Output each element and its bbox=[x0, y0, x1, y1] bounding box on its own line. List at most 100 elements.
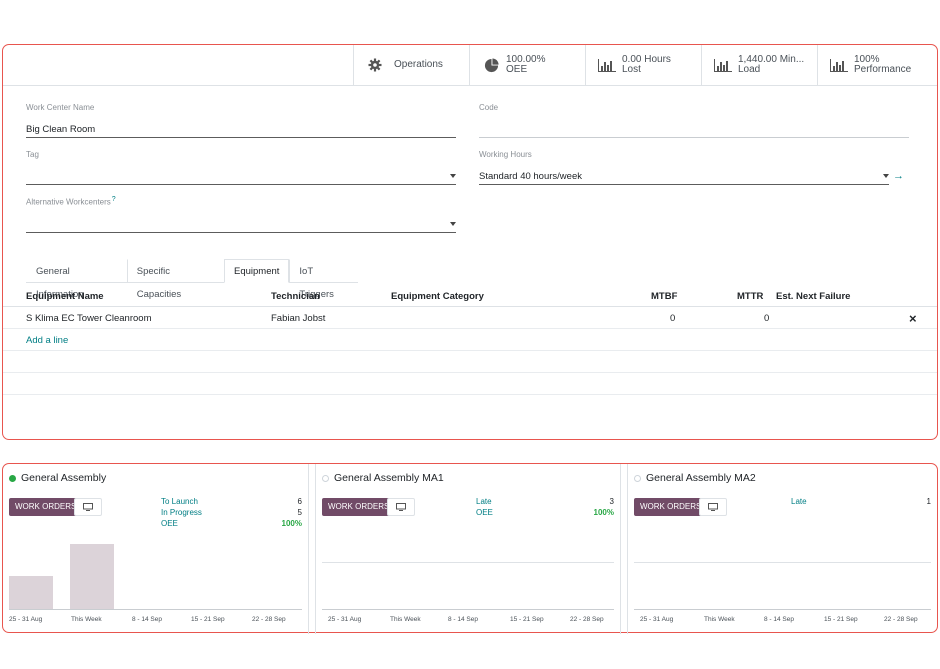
help-icon[interactable]: ? bbox=[112, 196, 116, 203]
col-technician[interactable]: Technician bbox=[271, 291, 320, 302]
workcenter-card-general-assembly: General Assembly WORK ORDERS To Launch 6… bbox=[3, 464, 309, 634]
working-hours-label: Working Hours bbox=[479, 150, 532, 159]
late-value: 3 bbox=[609, 497, 614, 506]
x-label: 8 - 14 Sep bbox=[132, 616, 162, 623]
tab-iot-triggers[interactable]: IoT Triggers bbox=[289, 259, 358, 300]
chevron-down-icon[interactable] bbox=[883, 174, 889, 178]
late-label[interactable]: Late bbox=[476, 497, 492, 506]
workload-chart[interactable] bbox=[322, 562, 614, 610]
workcenter-card-general-assembly-ma2: General Assembly MA2 WORK ORDERS Late 1 … bbox=[627, 464, 937, 634]
monitor-icon[interactable] bbox=[387, 498, 415, 516]
work-center-form: Operations 100.00% OEE 0.00 Hours Lost 1… bbox=[2, 44, 938, 440]
work-orders-button[interactable]: WORK ORDERS bbox=[634, 498, 708, 516]
monitor-icon[interactable] bbox=[74, 498, 102, 516]
oee-value: 100% bbox=[593, 508, 614, 517]
tab-equipment[interactable]: Equipment bbox=[224, 259, 290, 283]
x-label: 22 - 28 Sep bbox=[252, 616, 286, 623]
bar-chart-icon bbox=[830, 57, 848, 73]
col-mttr[interactable]: MTTR bbox=[737, 291, 763, 302]
oee-value: 100% bbox=[281, 519, 302, 528]
x-label: 22 - 28 Sep bbox=[884, 616, 918, 623]
performance-label: Performance bbox=[854, 64, 912, 75]
oee-label[interactable]: OEE bbox=[476, 508, 493, 517]
equipment-name-cell: S Klima EC Tower Cleanroom bbox=[26, 313, 152, 324]
mttr-cell: 0 bbox=[764, 313, 770, 324]
x-label: This Week bbox=[390, 616, 421, 623]
bar-chart-icon bbox=[714, 57, 732, 73]
lost-label: Lost bbox=[622, 64, 641, 75]
late-value: 1 bbox=[926, 497, 931, 506]
x-label: 15 - 21 Sep bbox=[510, 616, 544, 623]
delete-row-icon[interactable]: × bbox=[909, 311, 917, 326]
chevron-down-icon[interactable] bbox=[450, 222, 456, 226]
empty-row bbox=[3, 395, 937, 417]
chart-bar bbox=[9, 576, 53, 609]
card-title[interactable]: General Assembly bbox=[21, 472, 106, 484]
working-hours-field[interactable]: Standard 40 hours/week bbox=[479, 169, 889, 185]
status-dot bbox=[634, 474, 641, 482]
tab-general-information[interactable]: General Information bbox=[26, 259, 127, 300]
gear-icon bbox=[366, 57, 384, 73]
x-label: 25 - 31 Aug bbox=[640, 616, 674, 623]
card-title[interactable]: General Assembly MA1 bbox=[334, 472, 444, 484]
code-field[interactable] bbox=[479, 122, 909, 138]
lost-button[interactable]: 0.00 Hours Lost bbox=[585, 45, 701, 85]
empty-row bbox=[3, 351, 937, 373]
bar-chart-icon bbox=[598, 57, 616, 73]
status-dot bbox=[322, 474, 329, 482]
work-center-name-label: Work Center Name bbox=[26, 103, 95, 112]
alt-workcenters-label: Alternative Workcenters bbox=[26, 197, 111, 207]
tab-specific-capacities[interactable]: Specific Capacities bbox=[126, 259, 224, 300]
tag-field[interactable] bbox=[26, 169, 456, 185]
status-dot bbox=[9, 474, 16, 482]
col-mtbf[interactable]: MTBF bbox=[651, 291, 677, 302]
load-button[interactable]: 1,440.00 Min... Load bbox=[701, 45, 817, 85]
workcenter-kanban: General Assembly WORK ORDERS To Launch 6… bbox=[2, 463, 938, 634]
card-title[interactable]: General Assembly MA2 bbox=[646, 472, 756, 484]
x-label: 15 - 21 Sep bbox=[191, 616, 225, 623]
arrow-right-icon[interactable]: → bbox=[893, 170, 904, 182]
empty-row bbox=[3, 373, 937, 395]
workload-chart[interactable] bbox=[9, 542, 302, 610]
mtbf-cell: 0 bbox=[670, 313, 676, 324]
oee-button[interactable]: 100.00% OEE bbox=[469, 45, 585, 85]
operations-label: Operations bbox=[394, 59, 443, 70]
oee-label[interactable]: OEE bbox=[161, 519, 178, 528]
work-orders-button[interactable]: WORK ORDERS bbox=[9, 498, 83, 516]
x-label: 15 - 21 Sep bbox=[824, 616, 858, 623]
workload-chart[interactable] bbox=[634, 562, 931, 610]
chevron-down-icon[interactable] bbox=[450, 174, 456, 178]
technician-cell: Fabian Jobst bbox=[271, 313, 326, 324]
x-label: 22 - 28 Sep bbox=[570, 616, 604, 623]
monitor-icon[interactable] bbox=[699, 498, 727, 516]
work-center-name-field[interactable]: Big Clean Room bbox=[26, 122, 456, 138]
x-label: 8 - 14 Sep bbox=[448, 616, 478, 623]
chart-bar bbox=[70, 544, 114, 609]
x-label: 8 - 14 Sep bbox=[764, 616, 794, 623]
add-line-link[interactable]: Add a line bbox=[26, 335, 68, 346]
alt-workcenters-field[interactable] bbox=[26, 217, 456, 233]
col-equipment-category[interactable]: Equipment Category bbox=[391, 291, 484, 302]
col-equipment-name[interactable]: Equipment Name bbox=[26, 291, 104, 302]
pie-chart-icon bbox=[482, 57, 500, 73]
load-label: Load bbox=[738, 64, 761, 75]
working-hours-value: Standard 40 hours/week bbox=[479, 171, 582, 182]
notebook-tabs: General Information Specific Capacities … bbox=[26, 259, 358, 300]
to-launch-label[interactable]: To Launch bbox=[161, 497, 198, 506]
smart-button-bar: Operations 100.00% OEE 0.00 Hours Lost 1… bbox=[3, 45, 937, 86]
col-est-next-failure[interactable]: Est. Next Failure bbox=[776, 291, 850, 302]
x-label: This Week bbox=[71, 616, 102, 623]
table-row[interactable]: S Klima EC Tower Cleanroom Fabian Jobst … bbox=[3, 307, 937, 329]
x-label: 25 - 31 Aug bbox=[328, 616, 362, 623]
in-progress-value: 5 bbox=[297, 508, 302, 517]
x-label: 25 - 31 Aug bbox=[9, 616, 43, 623]
oee-label: OEE bbox=[506, 64, 528, 75]
late-label[interactable]: Late bbox=[791, 497, 807, 506]
code-label: Code bbox=[479, 103, 499, 112]
add-line-row: Add a line bbox=[3, 329, 937, 351]
work-orders-button[interactable]: WORK ORDERS bbox=[322, 498, 396, 516]
tag-label: Tag bbox=[26, 150, 39, 159]
operations-button[interactable]: Operations bbox=[353, 45, 469, 85]
performance-button[interactable]: 100% Performance bbox=[817, 45, 937, 85]
in-progress-label[interactable]: In Progress bbox=[161, 508, 202, 517]
